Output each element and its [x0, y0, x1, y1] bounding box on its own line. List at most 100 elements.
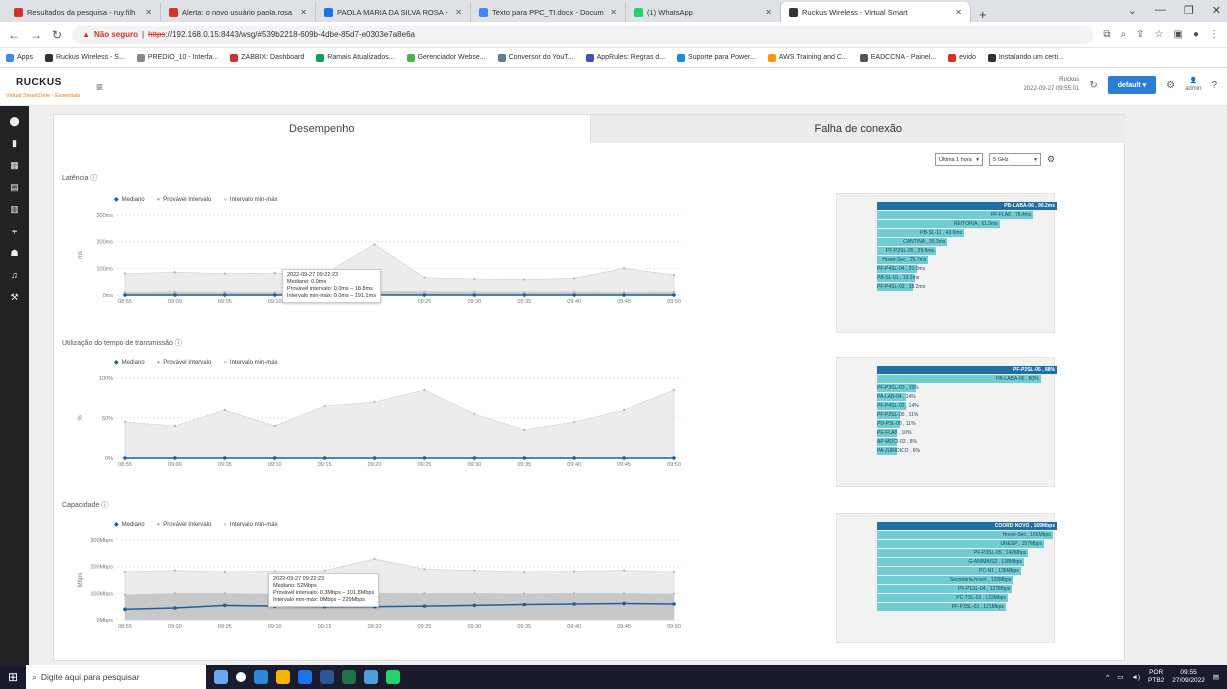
bookmark-item[interactable]: ZABBIX: Dashboard: [230, 53, 304, 62]
top-ap-bar[interactable]: PB-SL-11 , 43.6ms: [877, 229, 964, 237]
bookmark-item[interactable]: AWS Training and C...: [767, 53, 848, 62]
legend-probable[interactable]: ● Provável Intervalo: [157, 521, 212, 528]
top-ap-bar[interactable]: PB-SL-01 , 19.2ms: [877, 274, 919, 282]
bookmark-item[interactable]: AppRules: Regras d...: [585, 53, 665, 62]
maximize-icon[interactable]: ❐: [1184, 4, 1194, 17]
language-indicator[interactable]: POR PTB2: [1148, 669, 1164, 685]
tab-close-icon[interactable]: ✕: [300, 8, 307, 17]
browser-tab[interactable]: Resultados da pesquisa - ruy.filh ✕: [6, 2, 161, 22]
bookmark-item[interactable]: Ramais Atualizados...: [316, 53, 395, 62]
app-icon[interactable]: [364, 670, 379, 684]
tab-close-icon[interactable]: ✕: [145, 8, 152, 17]
top-ap-bar[interactable]: PE-FLA8 , 10%: [877, 429, 911, 437]
top-ap-bar[interactable]: Secretaria-hovet , 128Mbps: [877, 576, 1014, 584]
top-ap-bar[interactable]: G-ANIMAIS2 , 138Mbps: [877, 558, 1024, 566]
top-ap-bar[interactable]: PC-TSL-03 , 123Mbps: [877, 594, 1008, 602]
legend-minmax[interactable]: ● Intervalo min-máx: [223, 196, 277, 203]
taskbar-search[interactable]: ⌕ Digite aqui para pesquisar: [26, 665, 207, 689]
bookmark-item[interactable]: Gerenciador Webse...: [406, 53, 486, 62]
info-icon[interactable]: ⓘ: [90, 175, 97, 182]
time-range-select[interactable]: Última 1 hora ▾: [935, 153, 983, 166]
star-icon[interactable]: ☆: [1155, 29, 1164, 40]
top-ap-bar[interactable]: PF-P4SL-04 , 20.0ms: [877, 265, 925, 273]
top-ap-bar[interactable]: CANTINA , 35.3ms: [877, 238, 948, 246]
extension-icon[interactable]: ▣: [1174, 29, 1183, 40]
edge-icon[interactable]: [254, 670, 269, 684]
close-icon[interactable]: ✕: [1212, 4, 1221, 17]
tab-close-icon[interactable]: ✕: [955, 8, 962, 17]
tab-close-icon[interactable]: ✕: [610, 8, 617, 17]
chrome-icon[interactable]: [298, 670, 313, 684]
info-icon[interactable]: ⓘ: [101, 502, 108, 509]
whatsapp-icon[interactable]: [386, 670, 401, 684]
top-ap-bar[interactable]: PF-P4SL-02 , 18.2ms: [877, 283, 925, 291]
task-view-icon[interactable]: [236, 672, 247, 682]
zoom-icon[interactable]: ⌕: [1121, 29, 1127, 40]
browser-tab[interactable]: Ruckus Wireless - Virtual Smart ✕: [781, 2, 971, 22]
legend-minmax[interactable]: ● Intervalo min-máx: [223, 521, 277, 528]
tab-performance[interactable]: Desempenho: [54, 115, 590, 143]
hamburger-menu-icon[interactable]: ≡: [96, 80, 103, 94]
refresh-icon[interactable]: ↻: [1089, 80, 1097, 91]
menu-icon[interactable]: ⋮: [1209, 29, 1219, 40]
top-ap-bar[interactable]: PA-JURIDICO , 6%: [877, 447, 920, 455]
back-icon[interactable]: ←: [8, 28, 20, 42]
info-icon[interactable]: ⓘ: [175, 340, 182, 347]
translate-icon[interactable]: ⧉: [1103, 29, 1110, 40]
browser-tab[interactable]: Alerta: o novo usuário paola.rosa ✕: [161, 2, 316, 22]
capacity-chart[interactable]: 300Mbps 200Mbps 100Mbps 0Mbps Mbps 08:55 09:00…: [62, 532, 702, 632]
tab-close-icon[interactable]: ✕: [455, 8, 462, 17]
clock[interactable]: 09:55 27/09/2022: [1172, 669, 1205, 685]
notification-icon[interactable]: ▤: [1213, 673, 1219, 681]
browser-tab[interactable]: (1) WhatsApp ✕: [626, 2, 781, 22]
tab-connection-failure[interactable]: Falha de conexão: [589, 115, 1126, 143]
top-ap-bar[interactable]: PF-P3SL-03 , 19%: [877, 384, 919, 392]
minimize-icon[interactable]: —: [1155, 4, 1166, 17]
bell-icon[interactable]: ♫: [0, 264, 29, 286]
legend-median[interactable]: ◆ Mediano: [114, 359, 145, 367]
bookmark-item[interactable]: PREDIO_10 - Interfa...: [136, 53, 218, 62]
user-menu[interactable]: 👤 admin: [1185, 77, 1201, 93]
share-icon[interactable]: ⇪: [1136, 29, 1144, 40]
legend-median[interactable]: ◆ Mediano: [114, 196, 145, 204]
hierarchy-icon[interactable]: ⫧: [0, 220, 29, 242]
document-icon[interactable]: ▤: [0, 176, 29, 198]
zone-select-button[interactable]: default ▾: [1107, 76, 1157, 94]
profile-icon[interactable]: ●: [1193, 29, 1199, 40]
bookmark-item[interactable]: Ruckus Wireless - S...: [44, 53, 125, 62]
bookmark-item[interactable]: Conversor do YouT...: [497, 53, 574, 62]
top-ap-bar[interactable]: PF-FLA8 , 78.4ms: [877, 211, 1034, 219]
forward-icon[interactable]: →: [30, 28, 42, 42]
legend-median[interactable]: ◆ Mediano: [114, 521, 145, 529]
top-ap-bar[interactable]: PB-LABA-06 , 90.2ms: [877, 202, 1057, 210]
network-icon[interactable]: ▭: [1117, 673, 1123, 681]
wrench-icon[interactable]: ⚒: [0, 286, 29, 308]
volume-icon[interactable]: ◄): [1131, 674, 1140, 681]
top-ap-bar[interactable]: PF-P3SL-03 , 121Mbps: [877, 603, 1006, 611]
top-ap-bar[interactable]: PF-P2SL-05 , 88%: [877, 366, 1057, 374]
ruckus-logo[interactable]: RUCKUS: [16, 77, 62, 88]
bookmark-item[interactable]: evido: [948, 53, 976, 62]
word-icon[interactable]: [320, 670, 335, 684]
explorer-icon[interactable]: [276, 670, 291, 684]
airtime-chart[interactable]: 100% 50% 0%% 08:55 09:00 09:05 09:10 09:15 09:20…: [62, 370, 702, 470]
top-ap-bar[interactable]: UNESP , 157Mbps: [877, 540, 1045, 548]
excel-icon[interactable]: [342, 670, 357, 684]
legend-minmax[interactable]: ● Intervalo min-máx: [223, 359, 277, 366]
top-ap-bar[interactable]: PF-P3SL-05 , 142Mbps: [877, 549, 1029, 557]
bookmark-item[interactable]: EADCCNA - Painel...: [859, 53, 936, 62]
weather-icon[interactable]: [214, 670, 229, 684]
top-ap-bar[interactable]: PF-P4SL-02 , 14%: [877, 402, 919, 410]
map-pin-icon[interactable]: ⬤: [0, 110, 29, 132]
top-ap-bar[interactable]: PA-LAB-04 , 14%: [877, 393, 916, 401]
tab-close-icon[interactable]: ✕: [765, 8, 772, 17]
legend-probable[interactable]: ● Provável Intervalo: [157, 359, 212, 366]
legend-probable[interactable]: ● Provável Intervalo: [157, 196, 212, 203]
gear-icon[interactable]: ⚙: [1166, 80, 1175, 91]
top-ap-bar[interactable]: PB-LABA-06 , 80%: [877, 375, 1041, 383]
help-icon[interactable]: ?: [1211, 80, 1217, 91]
bookmark-item[interactable]: Apps: [6, 53, 33, 62]
bookmark-item[interactable]: Suporte para Power...: [677, 53, 756, 62]
top-ap-bar[interactable]: PF-P1SL-04 , 127Mbps: [877, 585, 1013, 593]
top-ap-bar[interactable]: Hovet-Sec , 165Mbps: [877, 531, 1053, 539]
